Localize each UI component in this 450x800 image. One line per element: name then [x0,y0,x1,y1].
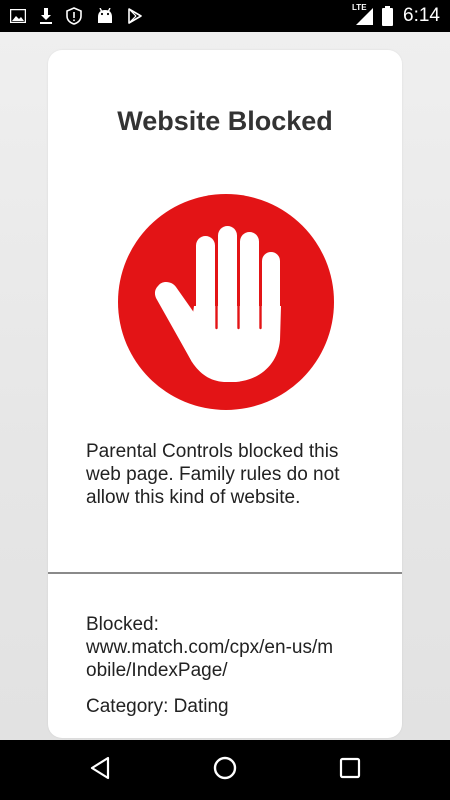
home-icon [212,755,238,786]
blocked-url: www.match.com/cpx/en-us/mobile/IndexPage… [86,637,334,681]
recents-button[interactable] [335,755,365,785]
notification-icons [10,0,142,32]
page-title: Website Blocked [117,106,333,136]
network-label: LTE [352,3,367,12]
system-icons: LTE 6:14 [352,0,440,32]
status-bar: LTE 6:14 [0,0,450,32]
play-store-icon [128,8,142,24]
clock: 6:14 [403,5,440,26]
blocked-card: Website Blocked Parental Controls blocke… [48,50,402,738]
divider [48,572,402,574]
home-button[interactable] [210,755,240,785]
image-icon [10,9,26,23]
category-label: Category: Dating [86,696,229,717]
blocked-message: Parental Controls blocked this web page.… [86,441,340,508]
page-background: Website Blocked Parental Controls blocke… [0,32,450,740]
android-icon [96,8,114,24]
download-icon [40,8,52,24]
lte-signal-icon: LTE [352,3,374,26]
shield-icon [66,7,82,25]
recents-icon [339,757,361,784]
back-icon [89,756,111,785]
blocked-label: Blocked: [86,614,159,635]
navigation-bar [0,740,450,800]
battery-icon [382,6,394,26]
back-button[interactable] [85,755,115,785]
stop-hand-icon [118,194,334,410]
